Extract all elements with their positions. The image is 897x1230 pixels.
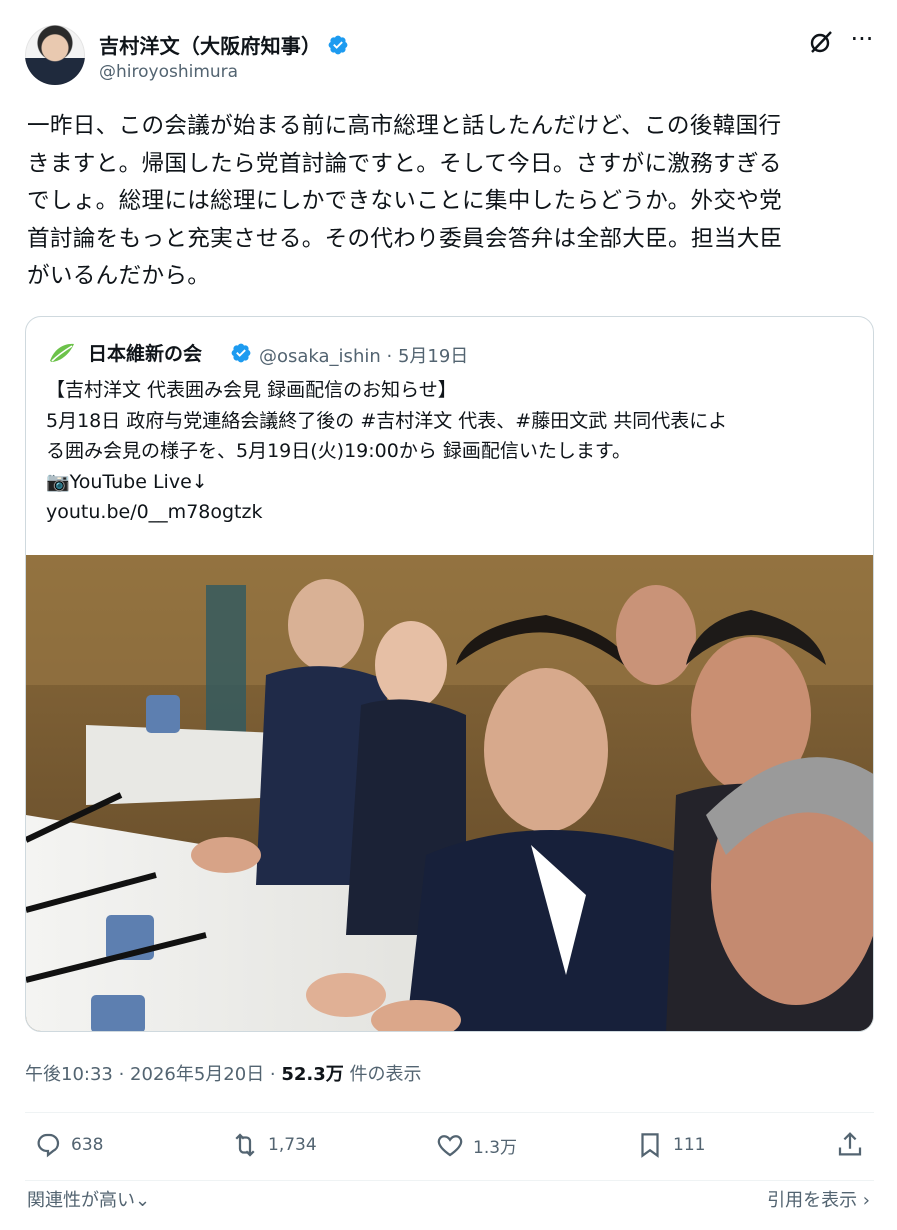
quoted-text: 【吉村洋文 代表囲み会見 録画配信のお知らせ】 5月18日 政府与党連絡会議終了… (46, 379, 728, 493)
author-name-row: 吉村洋文（大阪府知事） (99, 30, 349, 59)
divider (25, 1112, 874, 1113)
reply-button[interactable]: 638 (33, 1130, 103, 1160)
ishin-logo-icon (50, 343, 74, 362)
heart-icon (437, 1135, 463, 1157)
quoted-display-name: 日本維新の会 (88, 343, 203, 365)
reply-icon (37, 1133, 60, 1158)
author-avatar[interactable] (25, 25, 85, 85)
share-icon (838, 1132, 862, 1156)
view-quotes-link[interactable]: 引用を表示 › (767, 1186, 870, 1212)
repost-button[interactable]: 1,734 (230, 1130, 317, 1160)
sort-relevance-dropdown[interactable]: 関連性が高い⌄ (27, 1186, 150, 1212)
tweet-timestamp[interactable]: 午後10:33 · 2026年5月20日 · 52.3万 件の表示 (25, 1060, 422, 1086)
tweet-card: 吉村洋文（大阪府知事） @hiroyoshimura ··· 一昨日、この会議が… (0, 0, 897, 1230)
grok-icon[interactable] (808, 29, 834, 55)
quoted-link[interactable]: youtu.be/0__m78ogtzk (46, 501, 262, 523)
view-count: 52.3万 (281, 1064, 344, 1085)
repost-icon (235, 1133, 255, 1157)
verified-badge-icon (328, 35, 348, 54)
quoted-media-photo[interactable] (26, 555, 874, 1032)
author-handle[interactable]: @hiroyoshimura (99, 62, 238, 82)
action-bar: 638 1,734 1.3万 111 (25, 1130, 874, 1170)
verified-badge-icon (231, 343, 251, 363)
like-button[interactable]: 1.3万 (435, 1130, 517, 1160)
author-display-name[interactable]: 吉村洋文（大阪府知事） (99, 30, 321, 59)
quoted-text-block: 【吉村洋文 代表囲み会見 録画配信のお知らせ】 5月18日 政府与党連絡会議終了… (46, 375, 856, 528)
bookmark-icon (641, 1133, 659, 1158)
quoted-handle-date: @osaka_ishin · 5月19日 (259, 346, 469, 367)
divider (25, 1180, 874, 1181)
share-button[interactable] (835, 1130, 865, 1160)
bookmark-button[interactable]: 111 (635, 1130, 705, 1160)
more-icon[interactable]: ··· (848, 27, 876, 56)
tweet-text: 一昨日、この会議が始まる前に高市総理と話したんだけど、この後韓国行 きますと。帰… (27, 113, 783, 289)
quoted-tweet[interactable]: 日本維新の会 @osaka_ishin · 5月19日 【吉村洋文 代表囲み会見… (25, 316, 874, 1032)
